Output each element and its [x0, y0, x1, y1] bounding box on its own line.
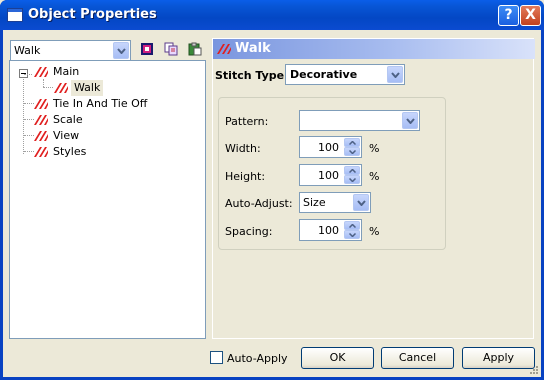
spin-buttons	[344, 166, 360, 184]
pattern-label: Pattern:	[225, 115, 269, 128]
stitch-icon	[34, 131, 48, 141]
auto-adjust-value: Size	[303, 196, 326, 209]
chevron-down-icon[interactable]	[344, 175, 360, 184]
color-palette-icon[interactable]	[140, 42, 154, 56]
chevron-down-icon[interactable]	[113, 42, 129, 59]
chevron-up-icon[interactable]	[344, 138, 360, 147]
chevron-down-icon[interactable]	[344, 147, 360, 156]
tree-item-label: Tie In And Tie Off	[53, 97, 148, 110]
stitch-icon	[34, 147, 48, 157]
auto-apply-checkbox[interactable]	[210, 351, 223, 364]
tree-item-label: Styles	[53, 145, 87, 158]
stitch-icon	[34, 67, 48, 77]
width-label: Width:	[225, 142, 261, 155]
pattern-select[interactable]	[299, 110, 420, 131]
stitch-icon	[54, 83, 68, 93]
tree-item-label: View	[53, 129, 80, 142]
panel-header-title: Walk	[235, 41, 271, 56]
ok-button[interactable]: OK	[301, 347, 374, 369]
spacing-stepper[interactable]: 100	[299, 219, 362, 241]
chevron-down-icon[interactable]	[344, 230, 360, 239]
close-button[interactable]: X	[520, 5, 541, 26]
help-button[interactable]: ?	[498, 5, 519, 26]
auto-adjust-select[interactable]: Size	[299, 192, 371, 213]
chevron-up-icon[interactable]	[344, 166, 360, 175]
object-combo-value: Walk	[14, 44, 41, 57]
title-bar[interactable]: Object Properties ? X	[0, 0, 544, 30]
chevron-down-icon[interactable]	[387, 66, 403, 83]
resize-grip-icon[interactable]	[528, 364, 539, 375]
apply-button[interactable]: Apply	[462, 347, 535, 369]
tree-line	[23, 79, 24, 154]
tree-line	[24, 74, 32, 75]
stitch-icon	[34, 115, 48, 125]
panel-header: Walk	[213, 39, 535, 59]
width-unit: %	[369, 142, 380, 155]
cancel-button[interactable]: Cancel	[381, 347, 454, 369]
spin-buttons	[344, 138, 360, 156]
width-stepper[interactable]: 100	[299, 136, 362, 158]
width-value: 100	[318, 141, 339, 154]
height-label: Height:	[225, 170, 266, 183]
stitch-type-value: Decorative	[290, 68, 358, 81]
stitch-icon	[34, 99, 48, 109]
tree-line	[43, 87, 53, 88]
spacing-value: 100	[318, 224, 339, 237]
stitch-type-select[interactable]: Decorative	[285, 64, 405, 85]
tree-item-label: Scale	[53, 113, 83, 126]
tree-line	[43, 79, 44, 87]
tree-item-label: Walk	[71, 80, 104, 96]
height-stepper[interactable]: 100	[299, 164, 362, 186]
spacing-unit: %	[369, 225, 380, 238]
auto-adjust-label: Auto-Adjust:	[225, 197, 293, 210]
height-value: 100	[318, 169, 339, 182]
height-unit: %	[369, 170, 380, 183]
window-icon	[7, 8, 23, 22]
paste-icon[interactable]	[188, 42, 202, 56]
window-title: Object Properties	[28, 7, 157, 22]
chevron-down-icon[interactable]	[402, 112, 418, 129]
object-combo[interactable]: Walk	[10, 40, 131, 61]
stitch-icon	[217, 44, 231, 54]
tree-item-label: Main	[53, 65, 80, 78]
spin-buttons	[344, 221, 360, 239]
spacing-label: Spacing:	[225, 225, 273, 238]
auto-apply-label: Auto-Apply	[227, 352, 288, 365]
stitch-type-label: Stitch Type:	[215, 69, 289, 82]
copy-icon[interactable]	[164, 42, 178, 56]
chevron-up-icon[interactable]	[344, 221, 360, 230]
object-tree[interactable]: Main Walk Tie In And Tie Off Scale View …	[9, 60, 206, 339]
chevron-down-icon[interactable]	[353, 194, 369, 211]
